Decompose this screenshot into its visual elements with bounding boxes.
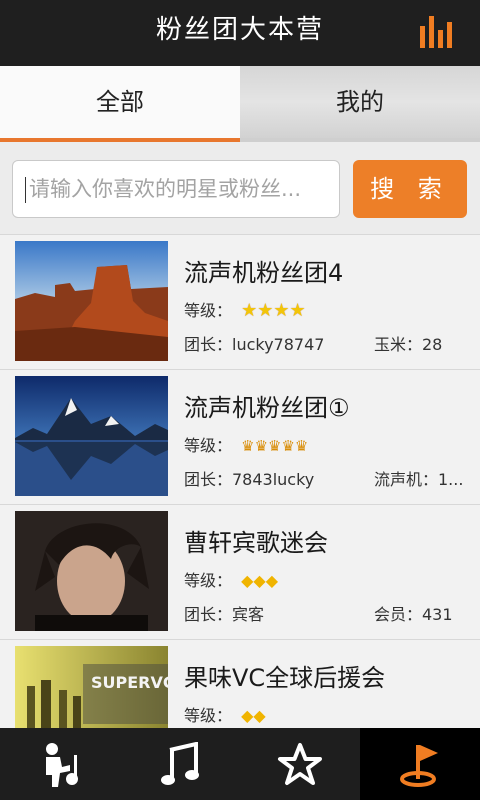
flag-icon xyxy=(400,745,438,787)
club-thumbnail xyxy=(15,241,168,361)
level-label: 等级： xyxy=(184,301,233,320)
club-stat: 流声机：1... xyxy=(374,470,464,489)
club-thumbnail: SUPERVC xyxy=(15,646,168,728)
club-leader: 团长：lucky78747 xyxy=(184,335,325,354)
star-icon xyxy=(278,743,322,785)
bottom-navigation xyxy=(0,728,480,800)
diamond-glyph-icon: ◆ xyxy=(253,706,266,725)
page-title: 粉丝团大本营 xyxy=(155,15,324,45)
diamond-glyph-icon: ◆ xyxy=(253,571,266,590)
level-glyphs: ◆◆ xyxy=(241,706,266,725)
club-stat: 会员：431 xyxy=(374,605,453,624)
search-placeholder: 请输入你喜欢的明星或粉丝... xyxy=(29,177,302,201)
club-level: 等级： ♛♛♛♛♛ xyxy=(184,432,308,456)
club-thumbnail xyxy=(15,511,168,631)
crown-glyph-icon: ♛ xyxy=(241,437,255,455)
nav-favorites[interactable] xyxy=(240,728,360,800)
list-item[interactable]: SUPERVC 果味VC全球后援会 等级： ◆◆ xyxy=(0,639,480,728)
star-glyph-icon: ★ xyxy=(257,300,274,321)
header-bar: 粉丝团大本营 xyxy=(0,0,480,66)
search-row: 请输入你喜欢的明星或粉丝... 搜 索 xyxy=(0,142,480,234)
club-stat: 玉米：28 xyxy=(374,335,443,354)
club-thumbnail xyxy=(15,376,168,496)
club-name: 流声机粉丝团4 xyxy=(184,259,344,287)
star-glyph-icon: ★ xyxy=(289,300,306,321)
singer-icon xyxy=(46,743,78,787)
nav-singer[interactable] xyxy=(0,728,120,800)
level-glyphs: ◆◆◆ xyxy=(241,571,278,590)
diamond-glyph-icon: ◆ xyxy=(241,706,254,725)
star-glyph-icon: ★ xyxy=(273,300,290,321)
tab-bar: 全部 我的 xyxy=(0,66,480,142)
list-item[interactable]: 流声机粉丝团① 等级： ♛♛♛♛♛ 团长：7843lucky 流声机：1... xyxy=(0,369,480,505)
nav-fan-clubs[interactable] xyxy=(360,728,480,800)
crown-glyph-icon: ♛ xyxy=(294,437,309,455)
club-name: 曹轩宾歌迷会 xyxy=(184,529,328,557)
thumbnail-logo-text: SUPERVC xyxy=(91,673,168,692)
star-glyph-icon: ★ xyxy=(241,300,258,321)
bars-chart-icon[interactable] xyxy=(418,12,458,50)
club-level: 等级： ◆◆ xyxy=(184,702,266,726)
list-item[interactable]: 曹轩宾歌迷会 等级： ◆◆◆ 团长：宾客 会员：431 xyxy=(0,504,480,640)
search-input[interactable]: 请输入你喜欢的明星或粉丝... xyxy=(12,160,340,218)
club-name: 流声机粉丝团① xyxy=(184,394,350,422)
level-glyphs: ★★★★ xyxy=(241,300,306,321)
text-caret xyxy=(25,177,26,203)
level-label: 等级： xyxy=(184,571,233,590)
fan-club-list[interactable]: 流声机粉丝团4 等级： ★★★★ 团长：lucky78747 玉米：28 流声机… xyxy=(0,234,480,728)
music-note-icon xyxy=(161,742,199,785)
crown-glyph-icon: ♛ xyxy=(268,437,282,455)
tab-mine[interactable]: 我的 xyxy=(240,66,480,138)
level-label: 等级： xyxy=(184,706,233,725)
diamond-glyph-icon: ◆ xyxy=(265,571,279,590)
crown-glyph-icon: ♛ xyxy=(254,437,269,455)
crown-glyph-icon: ♛ xyxy=(281,437,295,455)
nav-music[interactable] xyxy=(120,728,240,800)
level-label: 等级： xyxy=(184,436,233,455)
club-leader: 团长：宾客 xyxy=(184,605,265,624)
club-name: 果味VC全球后援会 xyxy=(184,664,386,692)
club-level: 等级： ◆◆◆ xyxy=(184,567,278,591)
list-item[interactable]: 流声机粉丝团4 等级： ★★★★ 团长：lucky78747 玉米：28 xyxy=(0,234,480,370)
diamond-glyph-icon: ◆ xyxy=(241,571,254,590)
search-button[interactable]: 搜 索 xyxy=(353,160,467,218)
tab-all[interactable]: 全部 xyxy=(0,66,240,138)
level-glyphs: ♛♛♛♛♛ xyxy=(241,436,308,455)
club-leader: 团长：7843lucky xyxy=(184,470,315,489)
club-level: 等级： ★★★★ xyxy=(184,297,306,321)
